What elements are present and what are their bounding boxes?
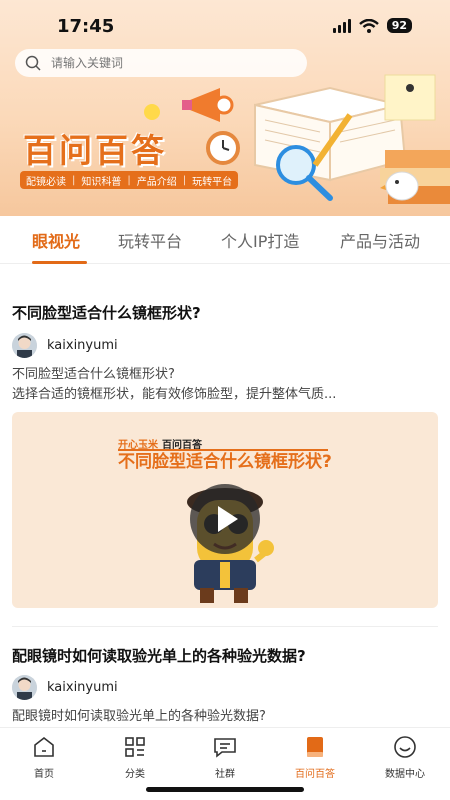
author-name[interactable]: kaixinyumi — [47, 680, 118, 695]
article-excerpt[interactable]: 配眼镜时如何读取验光单上的各种验光数据? — [12, 707, 266, 727]
header-banner: 17:45 92 百问百答 配镜必读 | 知识科普 | 产品介绍 | 玩转平台 — [0, 0, 450, 216]
banner-tag: 玩转平台 — [192, 176, 233, 188]
grid-icon — [125, 737, 145, 757]
tab-products[interactable]: 产品与活动 — [340, 228, 420, 252]
excerpt-line: 不同脸型适合什么镜框形状? — [12, 367, 175, 382]
video-title-rule — [118, 449, 328, 451]
smile-icon — [394, 736, 416, 758]
nav-data-center[interactable]: 数据中心 — [370, 736, 440, 781]
article-author[interactable]: kaixinyumi — [12, 675, 118, 700]
nav-label: 数据中心 — [385, 769, 425, 780]
tag-separator: | — [182, 174, 187, 186]
home-indicator[interactable] — [146, 787, 304, 792]
avatar[interactable] — [12, 333, 37, 358]
author-name[interactable]: kaixinyumi — [47, 338, 118, 353]
nav-label: 首页 — [34, 769, 54, 780]
banner-title: 百问百答 — [23, 131, 167, 170]
article-author[interactable]: kaixinyumi — [12, 333, 118, 358]
nav-community[interactable]: 社群 — [190, 736, 260, 781]
nav-category[interactable]: 分类 — [100, 736, 170, 781]
video-title: 不同脸型适合什么镜框形状? — [118, 452, 332, 472]
excerpt-line: 配眼镜时如何读取验光单上的各种验光数据? — [12, 709, 266, 724]
status-bar: 17:45 92 — [0, 14, 450, 40]
battery-icon: 92 — [386, 18, 412, 33]
banner-tag: 知识科普 — [81, 176, 122, 188]
search-icon — [25, 55, 41, 71]
status-time: 17:45 — [57, 16, 115, 37]
banner-tags: 配镜必读 | 知识科普 | 产品介绍 | 玩转平台 — [20, 171, 239, 189]
nav-qa[interactable]: 百问百答 — [280, 736, 350, 781]
signal-icon — [332, 18, 351, 33]
nav-label: 百问百答 — [295, 769, 335, 780]
avatar-image — [12, 675, 37, 700]
wifi-icon — [358, 18, 379, 33]
article-divider — [12, 626, 438, 627]
status-icons: 92 — [332, 18, 412, 33]
article-title[interactable]: 不同脸型适合什么镜框形状? — [12, 302, 201, 323]
home-icon — [34, 736, 54, 757]
video-thumbnail[interactable]: 开心玉米 百问百答 不同脸型适合什么镜框形状? — [12, 412, 438, 608]
tag-separator: | — [72, 174, 76, 186]
category-tabs: 眼视光 玩转平台 个人IP打造 产品与活动 — [0, 216, 450, 264]
article-excerpt[interactable]: 不同脸型适合什么镜框形状? 选择合适的镜框形状，能有效修饰脸型，提升整体气质..… — [12, 365, 336, 405]
avatar-image — [12, 333, 37, 358]
tab-active-indicator — [32, 261, 87, 264]
book-icon — [307, 737, 323, 757]
tab-platform[interactable]: 玩转平台 — [118, 228, 182, 252]
tab-eye-care[interactable]: 眼视光 — [32, 228, 80, 252]
article-title[interactable]: 配眼镜时如何读取验光单上的各种验光数据? — [12, 645, 306, 666]
nav-label: 分类 — [125, 769, 145, 780]
nav-home[interactable]: 首页 — [9, 736, 79, 781]
banner-tag: 配镜必读 — [26, 176, 66, 188]
banner-tag: 产品介绍 — [136, 176, 177, 188]
tag-separator: | — [127, 174, 131, 186]
play-button[interactable] — [190, 484, 260, 554]
excerpt-line: 选择合适的镜框形状，能有效修饰脸型，提升整体气质... — [12, 387, 337, 402]
avatar[interactable] — [12, 675, 37, 700]
tab-personal-ip[interactable]: 个人IP打造 — [221, 228, 299, 252]
chat-icon — [214, 738, 236, 758]
search-bar[interactable] — [15, 49, 307, 77]
search-input[interactable] — [51, 56, 271, 70]
nav-label: 社群 — [215, 769, 235, 780]
